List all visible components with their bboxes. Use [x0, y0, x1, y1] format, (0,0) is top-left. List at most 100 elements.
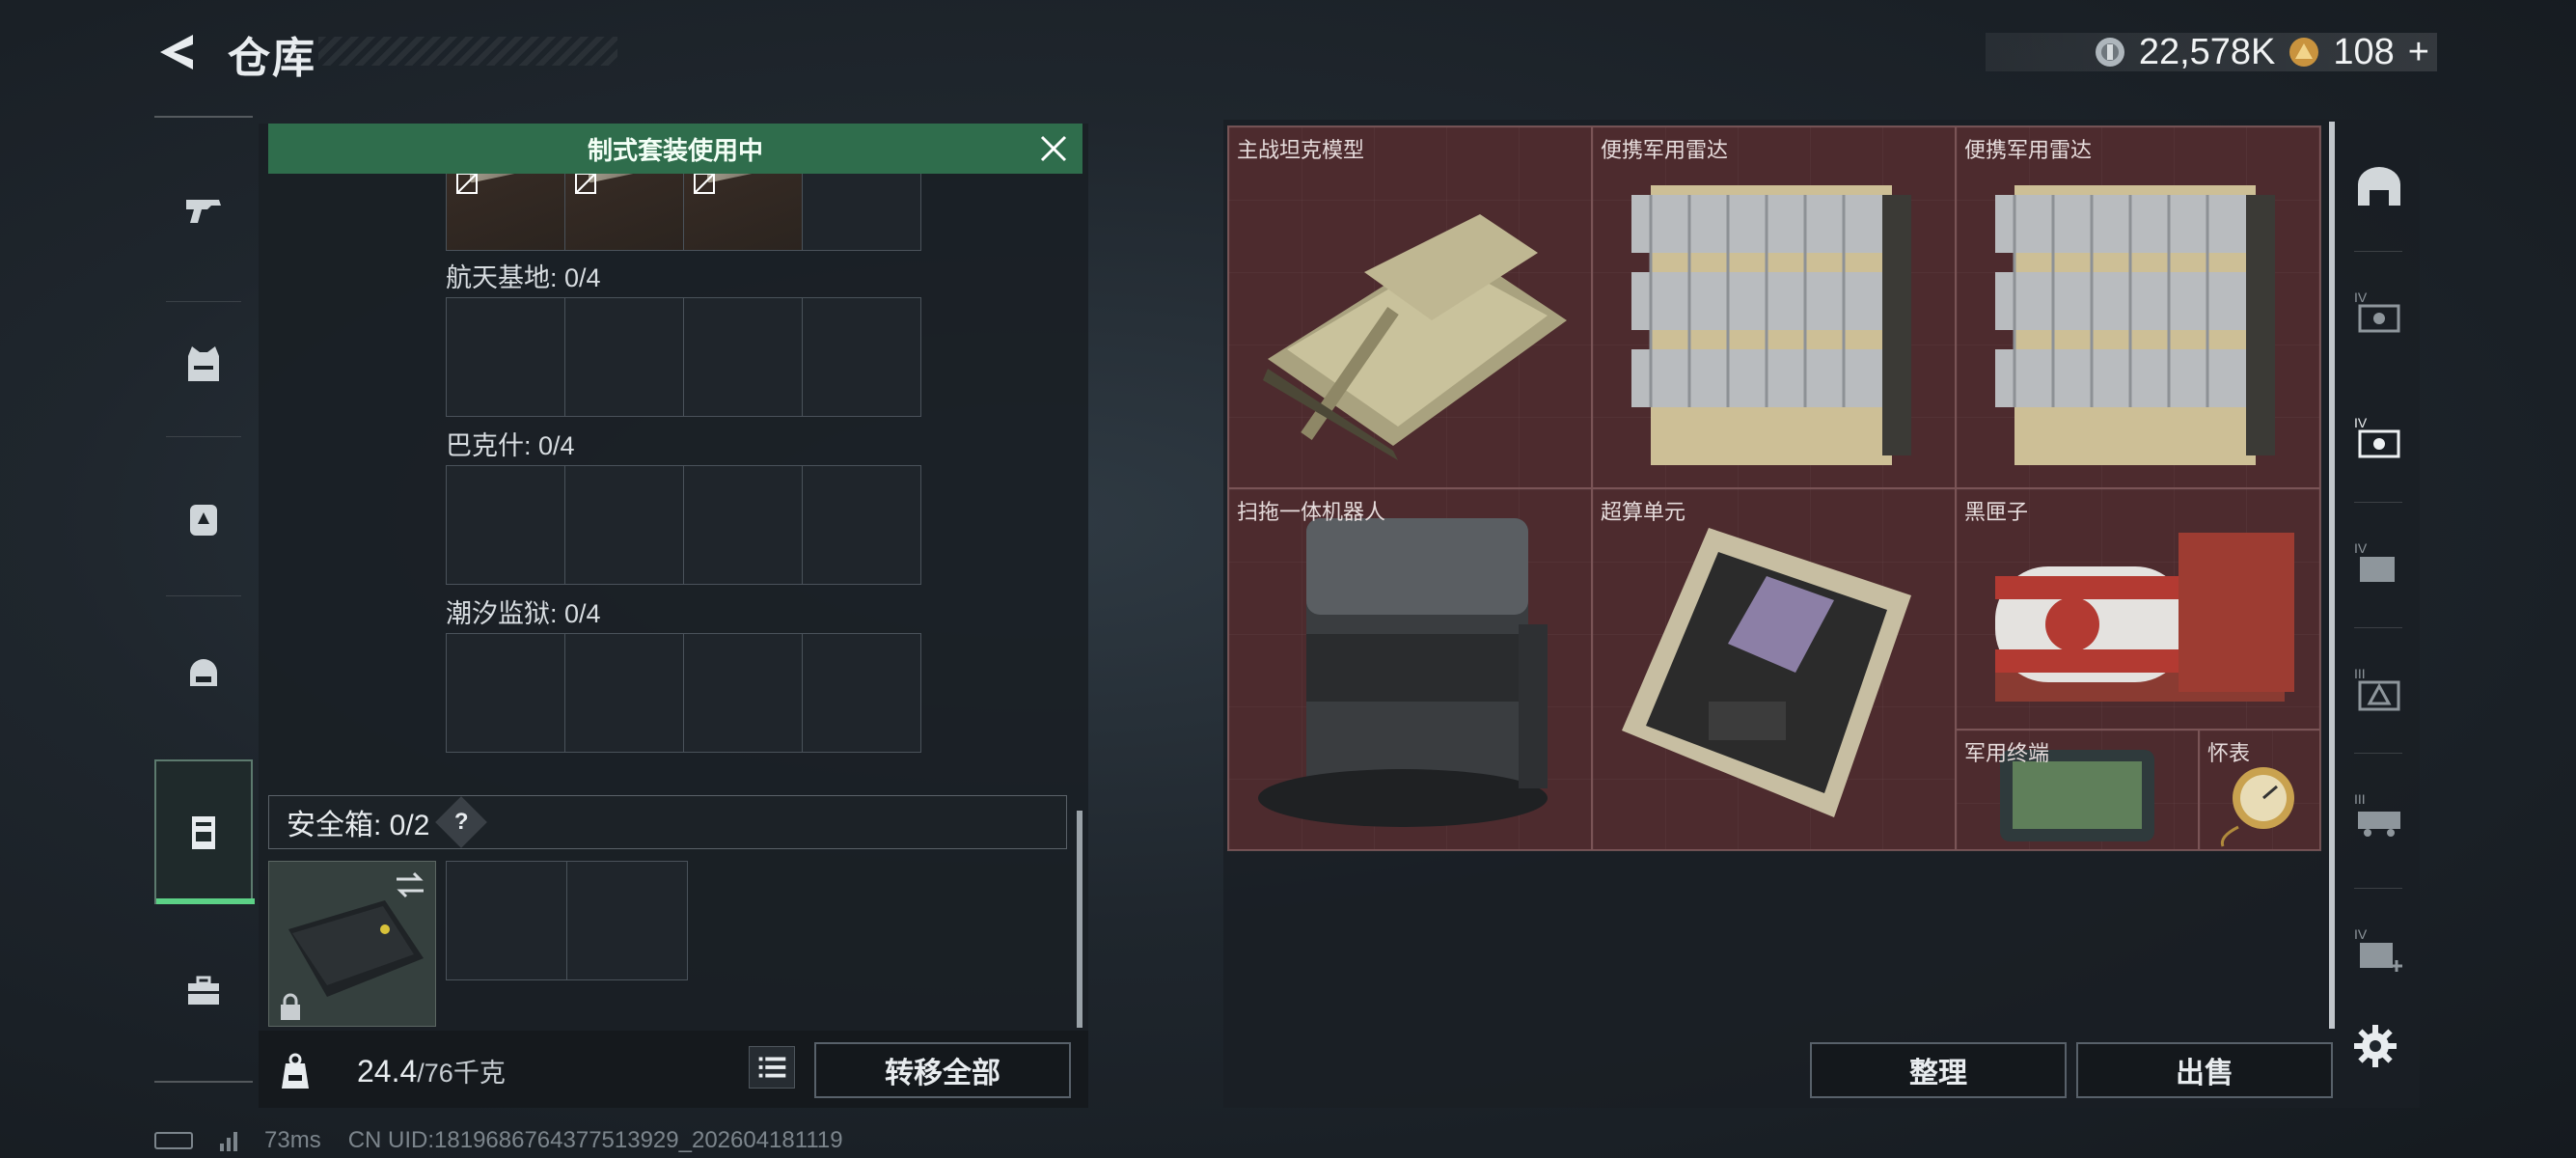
lock-icon	[281, 993, 300, 1020]
no-sell-icon	[694, 173, 715, 194]
loadout-banner-text: 制式套装使用中	[587, 135, 763, 165]
item-compute-unit[interactable]: 超算单元	[1592, 488, 1956, 850]
weight-current: 24.4	[357, 1054, 418, 1089]
item-label: 便携军用雷达	[1964, 138, 2093, 162]
helmet-bag-icon	[190, 659, 217, 686]
safebox-slot[interactable]	[446, 861, 567, 980]
page-title: 仓库	[228, 35, 316, 82]
storage-tab-tier3-a[interactable]: III	[2344, 637, 2414, 743]
safebox-item[interactable]	[268, 861, 436, 1027]
svg-text:III: III	[2354, 791, 2366, 807]
nav-safebox[interactable]	[154, 759, 255, 904]
item-label: 超算单元	[1601, 500, 1686, 524]
tier4-folder-icon: IV	[2354, 540, 2395, 582]
item-black-box[interactable]: 黑匣子	[1956, 488, 2320, 730]
storage-tab-bunker[interactable]	[2344, 135, 2414, 241]
silver-coin-icon	[2095, 38, 2124, 67]
storage-tab-tier3-b[interactable]: III	[2344, 762, 2414, 868]
safebox-label: 安全箱: 0/2	[287, 810, 430, 841]
tank-icon	[1263, 214, 1567, 460]
left-nav	[154, 116, 255, 1083]
inventory-slot[interactable]	[683, 465, 803, 585]
item-tank-model[interactable]: 主战坦克模型	[1228, 126, 1592, 488]
nav-weapon[interactable]	[154, 137, 253, 282]
storage-scrollbar[interactable]	[2329, 122, 2335, 1029]
ping-text: 73ms	[264, 1127, 321, 1153]
nav-backpack[interactable]	[154, 446, 253, 591]
inventory-slot[interactable]	[446, 465, 565, 585]
sell-button[interactable]: 出售	[2076, 1042, 2333, 1098]
nav-rig[interactable]	[154, 600, 253, 745]
compute-board-icon	[1622, 528, 1911, 817]
tidy-button[interactable]: 整理	[1810, 1042, 2067, 1098]
storage-category-nav: IV IV IV III III IV	[2341, 116, 2416, 1023]
svg-text:IV: IV	[2354, 415, 2368, 430]
storage-tab-tier4-b[interactable]: IV	[2344, 386, 2414, 492]
help-icon: ?	[454, 808, 469, 835]
no-sell-icon	[575, 173, 596, 194]
bunker-icon	[2358, 167, 2400, 206]
storage-tab-tier4-c[interactable]: IV	[2344, 511, 2414, 618]
weight-readout: 24.4/76千克	[357, 1052, 506, 1089]
inventory-scrollbar[interactable]	[1077, 811, 1082, 1028]
safebox-header: 安全箱: 0/2 ?	[268, 795, 1067, 849]
inventory-slot[interactable]	[802, 465, 921, 585]
tier3-truck-icon: III	[2354, 791, 2400, 837]
nav-armor[interactable]	[154, 291, 253, 436]
close-icon[interactable]	[1038, 133, 1069, 164]
inventory-slot[interactable]	[802, 297, 921, 417]
tier4-card-slot-icon: IV	[2354, 290, 2400, 333]
settings-gear-icon[interactable]	[2352, 1023, 2398, 1069]
inventory-slot[interactable]	[564, 633, 684, 753]
item-label: 便携军用雷达	[1601, 138, 1729, 162]
item-label: 黑匣子	[1964, 500, 2029, 524]
storage-tab-tier4-a[interactable]: IV	[2344, 261, 2414, 367]
transfer-all-button[interactable]: 转移全部	[814, 1042, 1071, 1098]
backpack-icon	[190, 505, 217, 536]
weight-icon	[282, 1053, 309, 1089]
item-label: 军用终端	[1964, 741, 2050, 765]
pistol-icon	[186, 200, 221, 223]
add-gold-button[interactable]: +	[2408, 32, 2429, 73]
item-robot-vacuum[interactable]: 扫拖一体机器人	[1228, 488, 1592, 850]
map-slot-row	[446, 633, 921, 753]
svg-text:IV: IV	[2354, 926, 2368, 942]
tier3-triangle-icon: III	[2354, 666, 2400, 711]
item-pocket-watch[interactable]: 怀表	[2199, 730, 2320, 850]
item-portable-radar[interactable]: 便携军用雷达	[1956, 126, 2320, 488]
inventory-slot[interactable]	[683, 297, 803, 417]
item-portable-radar[interactable]: 便携军用雷达	[1592, 126, 1956, 488]
loadout-banner: 制式套装使用中	[268, 124, 1082, 174]
svg-text:IV: IV	[2354, 290, 2368, 305]
map-section-label: 巴克什: 0/4	[446, 431, 575, 460]
nav-toolbox[interactable]	[154, 919, 253, 1063]
safebox-icon	[192, 816, 215, 849]
item-military-terminal[interactable]: 军用终端	[1956, 730, 2199, 850]
tier4-medkit-icon: IV	[2354, 926, 2402, 972]
vest-icon	[188, 346, 219, 381]
gold-triangle-coin-icon	[2289, 38, 2319, 67]
storage-grid: 主战坦克模型 便携军用雷达 便携军用雷达 扫拖一体机器人 超算单元 黑匣子 军用…	[1227, 125, 2321, 851]
inventory-slot[interactable]	[564, 297, 684, 417]
gold-currency-value: 108	[2333, 31, 2395, 72]
safebox-slot[interactable]	[566, 861, 688, 980]
back-button[interactable]	[154, 29, 201, 75]
svg-text:III: III	[2354, 666, 2366, 681]
storage-tab-tier4-d[interactable]: IV	[2344, 897, 2414, 1004]
item-label: 主战坦克模型	[1237, 138, 1365, 162]
inventory-slot[interactable]	[802, 633, 921, 753]
title-decoration	[318, 37, 617, 66]
robot-vacuum-icon	[1258, 518, 1548, 827]
list-view-button[interactable]	[749, 1046, 795, 1089]
inventory-slot[interactable]	[446, 297, 565, 417]
safebox-help-button[interactable]: ?	[435, 796, 488, 848]
swap-icon[interactable]	[393, 868, 427, 902]
inventory-slot[interactable]	[446, 633, 565, 753]
signal-icon	[220, 1130, 237, 1151]
radar-icon	[1631, 185, 1911, 465]
radar-icon	[1995, 185, 2275, 465]
svg-text:IV: IV	[2354, 540, 2368, 556]
inventory-slot[interactable]	[564, 465, 684, 585]
inventory-slot[interactable]	[683, 633, 803, 753]
item-label: 扫拖一体机器人	[1237, 500, 1386, 524]
